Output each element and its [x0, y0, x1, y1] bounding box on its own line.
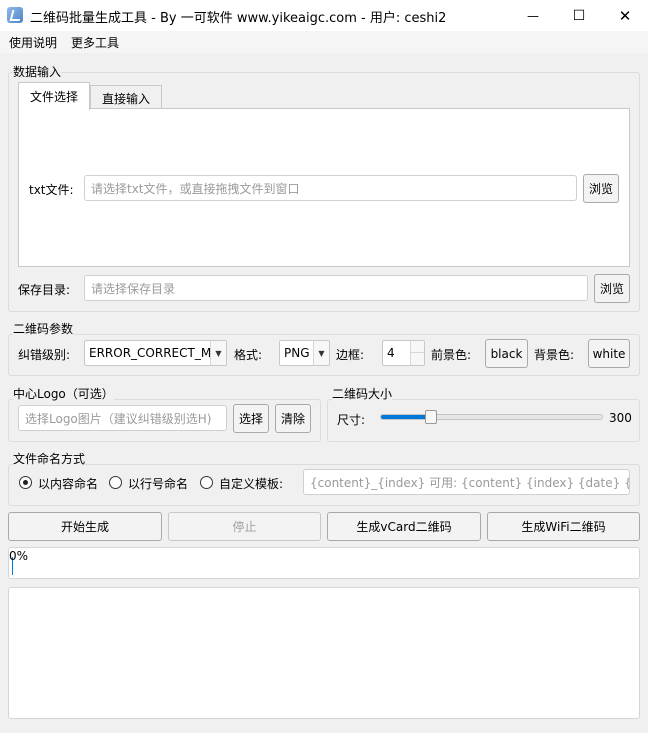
txt-file-input[interactable]: 请选择txt文件，或直接拖拽文件到窗口: [84, 175, 577, 201]
chevron-down-icon: ▼: [210, 341, 226, 365]
radio-by-content-label: 以内容命名: [38, 477, 99, 491]
ec-level-select[interactable]: ERROR_CORRECT_M ▼: [84, 340, 227, 366]
logo-clear-button[interactable]: 清除: [275, 404, 311, 433]
menu-usage[interactable]: 使用说明: [9, 34, 57, 51]
minimize-button[interactable]: —: [510, 0, 556, 31]
minimize-icon: —: [527, 8, 539, 23]
txt-file-label: txt文件:: [29, 183, 74, 197]
data-input-title: 数据输入: [13, 63, 62, 80]
border-label: 边框:: [336, 348, 365, 362]
maximize-icon: ☐: [572, 7, 586, 24]
vcard-button[interactable]: 生成vCard二维码: [327, 512, 481, 541]
start-button[interactable]: 开始生成: [8, 512, 162, 541]
size-slider-handle[interactable]: [425, 410, 437, 424]
progress-text: 0%: [9, 549, 29, 563]
save-browse-button[interactable]: 浏览: [594, 274, 630, 303]
save-dir-input[interactable]: 请选择保存目录: [84, 275, 588, 301]
window-title: 二维码批量生成工具 - By 一可软件 www.yikeaigc.com - 用…: [30, 11, 447, 26]
ec-level-value: ERROR_CORRECT_M: [89, 346, 212, 360]
size-group: [327, 399, 640, 442]
template-input[interactable]: {content}_{index} 可用: {content} {index} …: [303, 469, 630, 495]
progress-bar: 0%: [8, 547, 640, 579]
stop-button[interactable]: 停止: [168, 512, 321, 541]
bg-color-button[interactable]: white: [588, 339, 630, 368]
radio-by-line-label: 以行号命名: [128, 477, 189, 491]
naming-title: 文件命名方式: [13, 450, 86, 467]
size-slider-track[interactable]: [380, 414, 603, 420]
size-title: 二维码大小: [332, 385, 393, 402]
fg-color-button[interactable]: black: [485, 339, 528, 368]
menu-more-tools[interactable]: 更多工具: [71, 34, 119, 51]
radio-by-content[interactable]: [19, 476, 32, 489]
bg-color-label: 背景色:: [534, 348, 575, 362]
logo-select-button[interactable]: 选择: [233, 404, 269, 433]
size-value: 300: [609, 411, 632, 425]
maximize-button[interactable]: ☐: [556, 0, 602, 31]
chevron-down-icon: ▼: [313, 341, 329, 365]
radio-by-line[interactable]: [109, 476, 122, 489]
format-label: 格式:: [234, 348, 263, 362]
border-value: 4: [387, 346, 395, 360]
ec-level-label: 纠错级别:: [18, 348, 71, 362]
border-spinbox[interactable]: 4: [382, 340, 425, 366]
menu-bar: 使用说明 更多工具: [0, 31, 648, 53]
wifi-button[interactable]: 生成WiFi二维码: [487, 512, 640, 541]
fg-color-label: 前景色:: [431, 348, 472, 362]
logo-title: 中心Logo（可选）: [13, 385, 114, 402]
close-button[interactable]: ✕: [602, 0, 648, 31]
save-dir-label: 保存目录:: [18, 283, 71, 297]
format-value: PNG: [284, 346, 310, 360]
qr-params-title: 二维码参数: [13, 320, 74, 337]
close-icon: ✕: [618, 6, 632, 25]
txt-browse-button[interactable]: 浏览: [583, 174, 619, 203]
radio-custom-template[interactable]: [200, 476, 213, 489]
size-label: 尺寸:: [337, 413, 366, 427]
spin-arrows-icon[interactable]: [410, 341, 424, 365]
logo-path-input[interactable]: 选择Logo图片（建议纠错级别选H): [18, 405, 227, 431]
radio-custom-template-label: 自定义模板:: [219, 477, 284, 491]
tab-file-select[interactable]: 文件选择: [18, 82, 90, 110]
format-select[interactable]: PNG ▼: [279, 340, 330, 366]
title-bar: 二维码批量生成工具 - By 一可软件 www.yikeaigc.com - 用…: [0, 0, 648, 31]
log-output[interactable]: [8, 587, 640, 719]
app-icon: [7, 7, 23, 23]
